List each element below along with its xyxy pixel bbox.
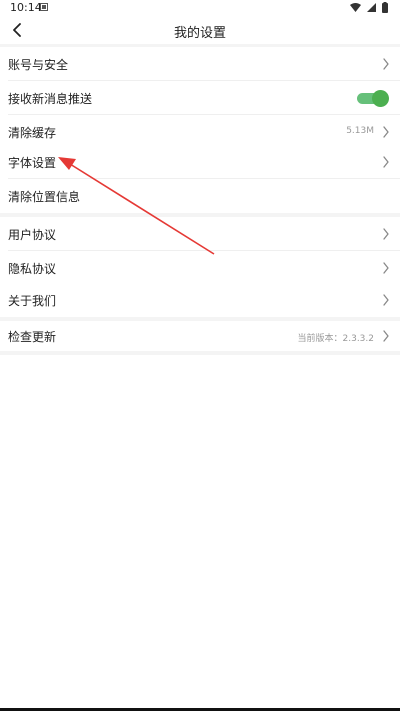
setting-label: 清除位置信息	[8, 190, 81, 204]
section-gap	[0, 351, 400, 355]
chevron-right-icon	[383, 58, 389, 70]
notification-icon	[40, 3, 48, 11]
page-title: 我的设置	[173, 26, 226, 41]
setting-label: 隐私协议	[8, 262, 57, 276]
setting-label: 关于我们	[8, 294, 57, 308]
current-version: 当前版本：2.3.3.2	[297, 334, 375, 344]
setting-label: 账号与安全	[8, 58, 69, 72]
setting-push-notifications: 接收新消息推送	[0, 81, 400, 115]
signal-icon	[367, 3, 376, 12]
battery-icon	[382, 2, 388, 13]
setting-label: 清除缓存	[8, 126, 57, 140]
toggle-knob	[372, 90, 389, 107]
setting-label: 字体设置	[8, 156, 57, 170]
chevron-right-icon	[383, 156, 389, 168]
wifi-icon	[350, 3, 361, 12]
setting-check-update[interactable]: 检查更新 当前版本：2.3.3.2	[0, 321, 400, 351]
chevron-right-icon	[383, 126, 389, 138]
chevron-right-icon	[383, 330, 389, 342]
chevron-right-icon	[383, 294, 389, 306]
setting-label: 接收新消息推送	[8, 92, 93, 106]
setting-privacy-agreement[interactable]: 隐私协议	[0, 251, 400, 285]
status-bar: 10:14	[0, 0, 400, 16]
setting-clear-cache[interactable]: 清除缓存 5.13M	[0, 115, 400, 149]
setting-label: 用户协议	[8, 228, 57, 242]
status-time: 10:14	[10, 1, 42, 14]
setting-account-security[interactable]: 账号与安全	[0, 47, 400, 81]
setting-user-agreement[interactable]: 用户协议	[0, 217, 400, 251]
setting-clear-location[interactable]: 清除位置信息	[0, 179, 400, 213]
setting-about-us[interactable]: 关于我们	[0, 283, 400, 317]
header: 我的设置	[0, 16, 400, 44]
status-icons	[350, 2, 388, 13]
setting-label: 检查更新	[8, 330, 57, 344]
chevron-right-icon	[383, 262, 389, 274]
push-toggle[interactable]	[357, 90, 389, 107]
chevron-right-icon	[383, 228, 389, 240]
setting-font[interactable]: 字体设置	[0, 145, 400, 179]
cache-size: 5.13M	[346, 126, 374, 136]
